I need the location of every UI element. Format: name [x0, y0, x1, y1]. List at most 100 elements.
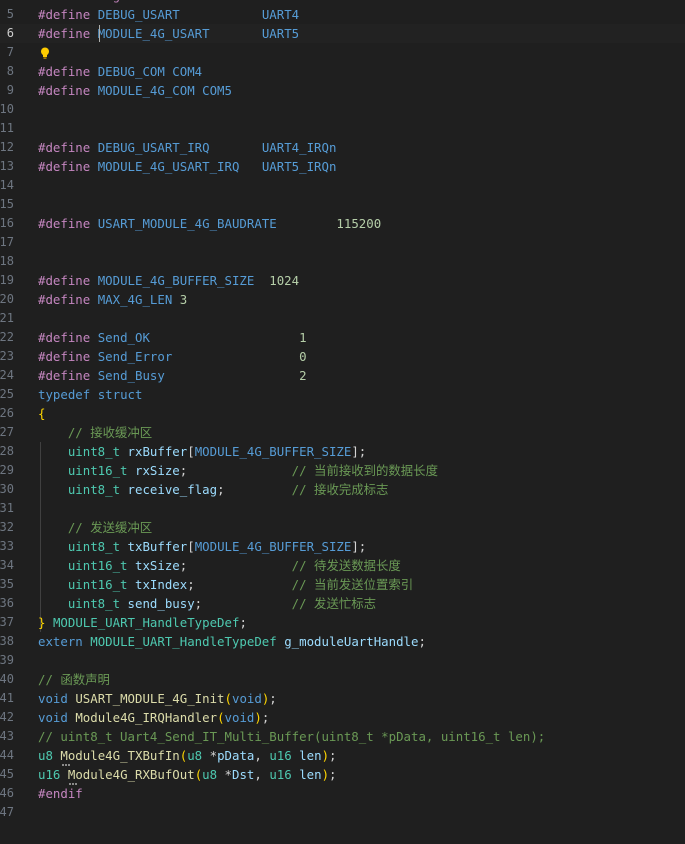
code-line[interactable]: 9 #define MODULE_4G_COM COM5 [0, 81, 685, 100]
code-line[interactable]: 39 [0, 651, 685, 670]
code-line[interactable]: 16 #define USART_MODULE_4G_BAUDRATE 11520… [0, 214, 685, 233]
code-token: pData [217, 748, 255, 763]
line-number: 45 [0, 767, 14, 781]
code-line[interactable]: 46 #endif [0, 784, 685, 803]
code-line[interactable]: 18 [0, 252, 685, 271]
code-line[interactable]: 34 uint16_t txSize; // 待发送数据长度 [0, 556, 685, 575]
code-line[interactable]: 41 void USART_MODULE_4G_Init(void); [0, 689, 685, 708]
line-number: 6 [6, 26, 14, 40]
line-number: 15 [0, 197, 14, 211]
line-number: 12 [0, 140, 14, 154]
code-line[interactable]: 11 [0, 119, 685, 138]
code-text: #define Send_Busy 2 [38, 366, 307, 385]
code-line[interactable]: 15 [0, 195, 685, 214]
code-token: #define [38, 216, 91, 231]
code-text: // 函数声明 [38, 670, 110, 689]
code-line[interactable]: 13 #define MODULE_4G_USART_IRQ UART5_IRQn [0, 157, 685, 176]
code-line[interactable]: 19 #define MODULE_4G_BUFFER_SIZE 1024 [0, 271, 685, 290]
code-line[interactable]: 43 // uint8_t Uart4_Send_IT_Multi_Buffer(… [0, 727, 685, 746]
code-line[interactable]: 22 #define Send_OK 1 [0, 328, 685, 347]
code-line[interactable]: 24 #define Send_Busy 2 [0, 366, 685, 385]
line-number: 32 [0, 520, 14, 534]
code-token: { [38, 406, 46, 421]
code-token: #define [38, 368, 91, 383]
lightbulb-icon[interactable] [40, 47, 50, 59]
code-token: ; [269, 691, 277, 706]
code-token: #define [38, 292, 91, 307]
code-token: u16 [38, 767, 61, 782]
code-line[interactable]: 26 { [0, 404, 685, 423]
code-line[interactable]: 20 #define MAX_4G_LEN 3 [0, 290, 685, 309]
code-line[interactable]: 30 uint8_t receive_flag; // 接收完成标志 [0, 480, 685, 499]
code-token: #define [38, 349, 91, 364]
code-line[interactable]: 23 #define Send_Error 0 [0, 347, 685, 366]
code-token: MODULE_4G_USART [97, 26, 210, 41]
code-line[interactable]: 27 // 接收缓冲区 [0, 423, 685, 442]
code-line[interactable]: 5 #define DEBUG_USART UART4 [0, 5, 685, 24]
code-line[interactable]: 12 #define DEBUG_USART_IRQ UART4_IRQn [0, 138, 685, 157]
code-line[interactable]: 40 // 函数声明 [0, 670, 685, 689]
code-token: u8 [38, 748, 53, 763]
code-token: * [224, 767, 233, 782]
code-token: , [254, 767, 270, 782]
line-number: 46 [0, 786, 14, 800]
code-line[interactable]: 17 [0, 233, 685, 252]
code-token: #define [38, 140, 91, 155]
code-line[interactable]: 44 u8 Module4G_TXBufIn(u8 *pData, u16 len… [0, 746, 685, 766]
code-text: extern MODULE_UART_HandleTypeDef g_modul… [38, 632, 426, 651]
line-number: 37 [0, 615, 14, 629]
code-token: UART5_IRQn [261, 159, 337, 174]
code-token: ; [329, 748, 337, 763]
code-line[interactable]: 29 uint16_t rxSize; // 当前接收到的数据长度 [0, 461, 685, 480]
code-line[interactable]: 36 uint8_t send_busy; // 发送忙标志 [0, 594, 685, 613]
code-line[interactable]: 14 [0, 176, 685, 195]
code-line[interactable]: 42 void Module4G_IRQHandler(void); [0, 708, 685, 727]
code-line[interactable]: 35 uint16_t txIndex; // 当前发送位置索引 [0, 575, 685, 594]
line-number: 39 [0, 653, 14, 667]
code-token: // 待发送数据长度 [291, 558, 401, 573]
code-line[interactable]: 25 typedef struct [0, 385, 685, 404]
code-editor[interactable]: 4#include "gd32f10x.h"5#define DEBUG_USA… [0, 0, 685, 844]
code-line[interactable]: 32 // 发送缓冲区 [0, 518, 685, 537]
code-token: // 函数声明 [38, 672, 110, 687]
code-line[interactable]: 7 [0, 43, 685, 62]
code-text: // 发送缓冲区 [38, 518, 152, 537]
line-number: 13 [0, 159, 14, 173]
code-text: uint8_t receive_flag; // 接收完成标志 [38, 480, 389, 499]
code-line[interactable]: 6 #define MODULE_4G_USART UART5 [0, 24, 685, 43]
line-number: 34 [0, 558, 14, 572]
code-line[interactable]: 47 [0, 803, 685, 822]
code-token: // 接收缓冲区 [67, 425, 153, 440]
code-line[interactable]: 28 uint8_t rxBuffer[MODULE_4G_BUFFER_SIZ… [0, 442, 685, 461]
line-number: 14 [0, 178, 14, 192]
code-text: #define MAX_4G_LEN 3 [38, 290, 187, 309]
line-number: 9 [6, 83, 14, 97]
code-line[interactable]: 33 uint8_t txBuffer[MODULE_4G_BUFFER_SIZ… [0, 537, 685, 556]
code-token: MODULE_4G_BUFFER_SIZE [97, 273, 255, 288]
code-line[interactable]: 38 extern MODULE_UART_HandleTypeDef g_mod… [0, 632, 685, 651]
code-line[interactable]: 37} MODULE_UART_HandleTypeDef; [0, 613, 685, 632]
code-line[interactable]: 45 u16 Module4G_RXBufOut(u8 *Dst, u16 len… [0, 765, 685, 785]
code-line[interactable]: 10 [0, 100, 685, 119]
code-line[interactable]: 21 [0, 309, 685, 328]
code-token: // 接收完成标志 [291, 482, 389, 497]
code-line[interactable]: 8 #define DEBUG_COM COM4 [0, 62, 685, 81]
code-text: // 接收缓冲区 [38, 423, 152, 442]
code-line[interactable]: 31 [0, 499, 685, 518]
line-number: 24 [0, 368, 14, 382]
